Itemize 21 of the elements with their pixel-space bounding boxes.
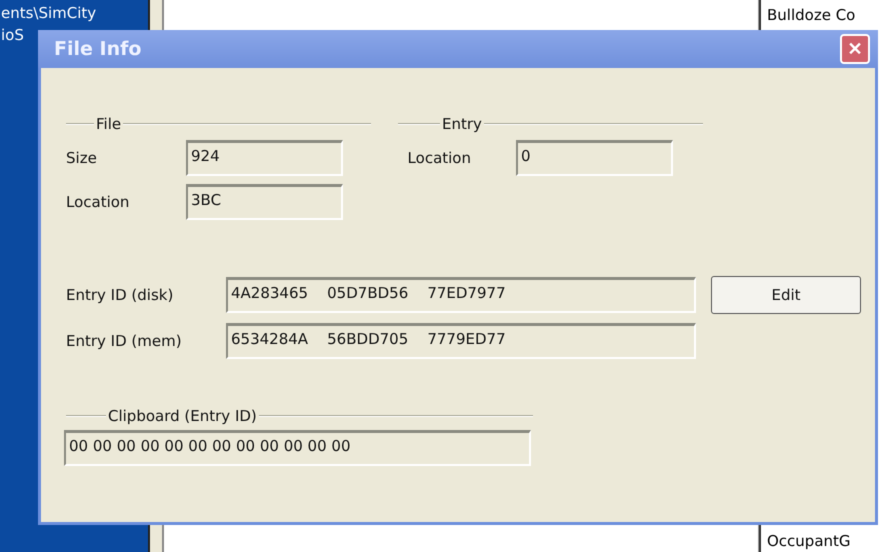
close-button[interactable]: ✕	[840, 34, 870, 64]
field-label: Entry ID (disk)	[66, 286, 174, 304]
entry-id-field[interactable]: 6534284A 56BDD705 7779ED77	[226, 323, 696, 359]
list-item[interactable]: Bulldoze Co	[767, 6, 885, 24]
group-title: File	[95, 115, 122, 133]
field-label: Size	[66, 149, 98, 167]
list-item[interactable]: OccupantG	[767, 532, 885, 550]
group-title: Entry	[441, 115, 483, 133]
path-text: ioS	[1, 25, 25, 46]
value-field[interactable]: 924	[186, 140, 343, 176]
group-title: Clipboard (Entry ID)	[107, 407, 258, 425]
value-field[interactable]: 3BC	[186, 184, 343, 220]
value-field[interactable]: 0	[516, 140, 673, 176]
path-text: ents\SimCity	[1, 3, 98, 24]
entry-id-field[interactable]: 4A283465 05D7BD56 77ED7977	[226, 277, 696, 313]
field-label: Entry ID (mem)	[66, 332, 183, 350]
window-title: File Info	[54, 38, 142, 60]
field-label: Location	[406, 149, 472, 167]
edit-button[interactable]: Edit	[711, 276, 861, 314]
field-label: Location	[66, 193, 130, 211]
clipboard-field[interactable]: 00 00 00 00 00 00 00 00 00 00 00 00	[64, 430, 531, 466]
